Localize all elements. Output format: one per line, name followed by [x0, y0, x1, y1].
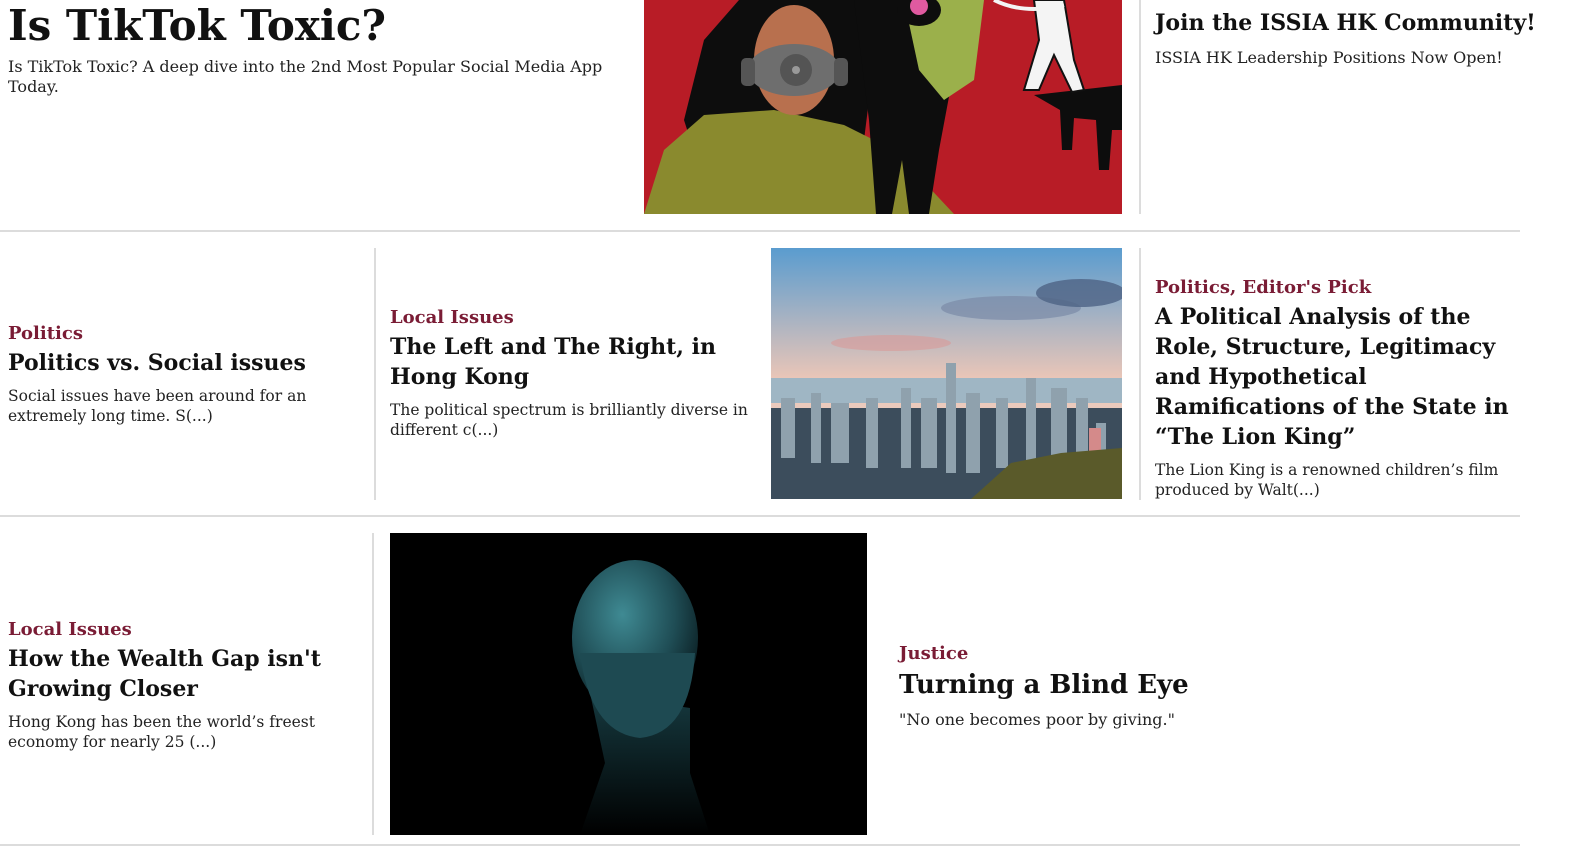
- article-excerpt: The Lion King is a renowned children’s f…: [1155, 461, 1499, 499]
- row3-separator: [0, 844, 1520, 846]
- community-excerpt: ISSIA HK Leadership Positions Now Open!: [1155, 48, 1503, 67]
- article-category[interactable]: Justice: [899, 642, 1519, 666]
- article-card-lion-king: Politics, Editor's Pick A Political Anal…: [1155, 276, 1515, 500]
- skyline-photo: [771, 248, 1122, 499]
- row2-divider-1: [374, 248, 376, 500]
- article-title[interactable]: A Political Analysis of the Role, Struct…: [1155, 302, 1515, 452]
- hong-kong-skyline-image[interactable]: [771, 248, 1122, 499]
- row2-divider-2: [1139, 248, 1141, 500]
- head-sculpture-photo: [390, 533, 867, 835]
- article-title[interactable]: The Left and The Right, in Hong Kong: [390, 332, 760, 392]
- article-excerpt: Hong Kong has been the world’s freest ec…: [8, 713, 315, 751]
- featured-image[interactable]: [644, 0, 1122, 214]
- article-category[interactable]: Politics: [8, 322, 364, 346]
- row1-divider-right: [1139, 0, 1141, 214]
- row3-divider-1: [372, 533, 374, 835]
- article-title[interactable]: How the Wealth Gap isn't Growing Closer: [8, 644, 368, 704]
- row2-separator: [0, 515, 1520, 517]
- article-card-left-right-hk: Local Issues The Left and The Right, in …: [390, 306, 760, 440]
- article-excerpt: The political spectrum is brilliantly di…: [390, 401, 748, 439]
- article-excerpt: Social issues have been around for an ex…: [8, 387, 307, 425]
- article-excerpt: "No one becomes poor by giving.": [899, 710, 1175, 729]
- faceless-head-image[interactable]: [390, 533, 867, 835]
- masked-figure-illustration: [644, 0, 1122, 214]
- community-title[interactable]: Join the ISSIA HK Community!: [1155, 8, 1575, 38]
- article-card-wealth-gap: Local Issues How the Wealth Gap isn't Gr…: [8, 618, 368, 752]
- article-title[interactable]: Turning a Blind Eye: [899, 668, 1519, 702]
- featured-title[interactable]: Is TikTok Toxic?: [8, 0, 608, 52]
- article-card-politics-vs-social: Politics Politics vs. Social issues Soci…: [8, 322, 364, 426]
- featured-excerpt: Is TikTok Toxic? A deep dive into the 2n…: [8, 57, 603, 96]
- article-category[interactable]: Local Issues: [8, 618, 368, 642]
- article-category[interactable]: Politics, Editor's Pick: [1155, 276, 1515, 300]
- article-category[interactable]: Local Issues: [390, 306, 760, 330]
- row1-separator: [0, 230, 1520, 232]
- article-card-blind-eye: Justice Turning a Blind Eye "No one beco…: [899, 642, 1519, 730]
- article-title[interactable]: Politics vs. Social issues: [8, 348, 364, 378]
